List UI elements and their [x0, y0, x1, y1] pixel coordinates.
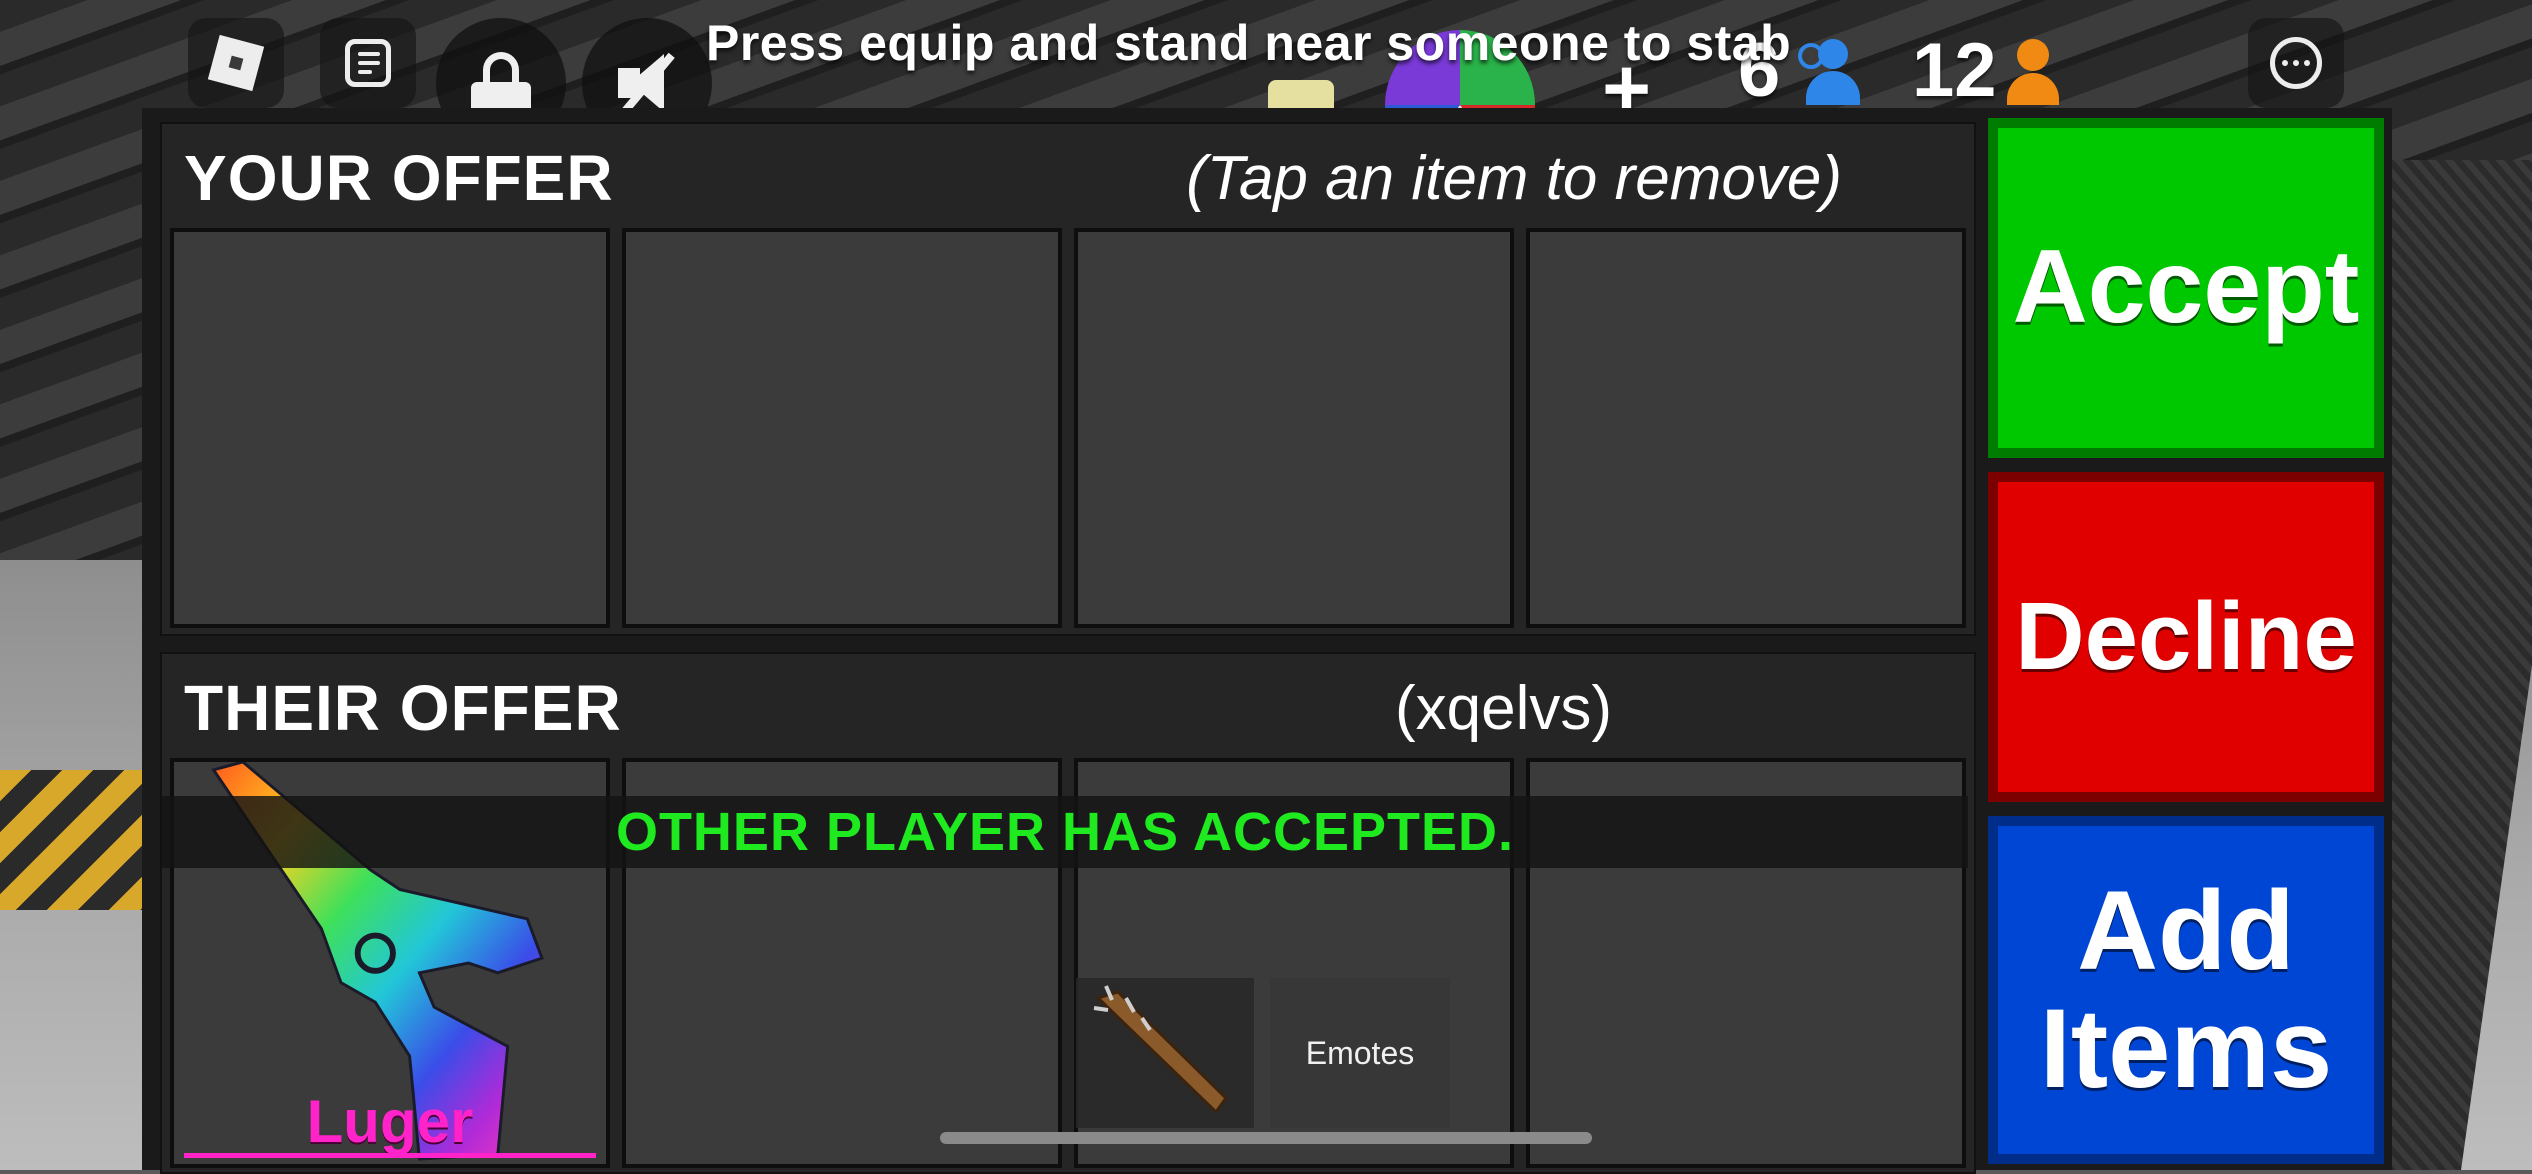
decline-label: Decline	[2015, 582, 2357, 690]
their-offer-title: THEIR OFFER	[184, 672, 622, 744]
your-offer-slot[interactable]	[622, 228, 1062, 628]
your-offer-title: YOUR OFFER	[184, 142, 614, 214]
their-offer-panel: THEIR OFFER (xqelvs) Luger	[160, 652, 1976, 1174]
your-offer-slot[interactable]	[1526, 228, 1966, 628]
trade-partner-username: (xqelvs)	[1394, 673, 1612, 743]
trade-window: YOUR OFFER (Tap an item to remove) THEIR…	[142, 108, 2392, 1174]
emotes-label: Emotes	[1305, 1034, 1415, 1071]
accept-button[interactable]: Accept	[1988, 118, 2384, 458]
accept-label: Accept	[2012, 229, 2360, 346]
roblox-logo-icon	[207, 34, 265, 92]
friends-icon	[1788, 35, 1862, 105]
add-items-label: Add Items	[2040, 872, 2333, 1107]
player-icon	[2005, 35, 2061, 105]
status-text: OTHER PLAYER HAS ACCEPTED.	[615, 802, 1515, 862]
hotbar-emotes-button[interactable]: Emotes	[1270, 978, 1450, 1128]
hazard-stripes	[0, 770, 150, 910]
add-items-label-line1: Add	[2077, 868, 2295, 994]
hotbar-slot-weapon[interactable]	[1076, 978, 1254, 1128]
roblox-menu-button[interactable]	[188, 18, 284, 108]
more-icon	[2270, 37, 2322, 89]
rarity-bar	[184, 1153, 596, 1158]
status-banner: OTHER PLAYER HAS ACCEPTED.	[162, 796, 1968, 868]
remove-hint: (Tap an item to remove)	[1186, 143, 1842, 213]
item-name-luger: Luger	[306, 1088, 474, 1155]
home-indicator[interactable]	[940, 1132, 1592, 1144]
your-offer-slot[interactable]	[170, 228, 610, 628]
add-items-label-line2: Items	[2039, 986, 2333, 1111]
decline-button[interactable]: Decline	[1988, 472, 2384, 802]
spiked-bat-icon	[1093, 985, 1228, 1115]
your-offer-slot[interactable]	[1074, 228, 1514, 628]
your-offer-slots	[170, 228, 1966, 628]
your-offer-panel: YOUR OFFER (Tap an item to remove)	[160, 122, 1976, 636]
players-counter[interactable]: 12	[1912, 28, 2061, 113]
chat-button[interactable]	[320, 18, 416, 108]
add-items-button[interactable]: Add Items	[1988, 816, 2384, 1164]
more-options-button[interactable]	[2248, 18, 2344, 108]
players-count: 12	[1912, 27, 1997, 113]
chat-icon	[345, 39, 391, 87]
